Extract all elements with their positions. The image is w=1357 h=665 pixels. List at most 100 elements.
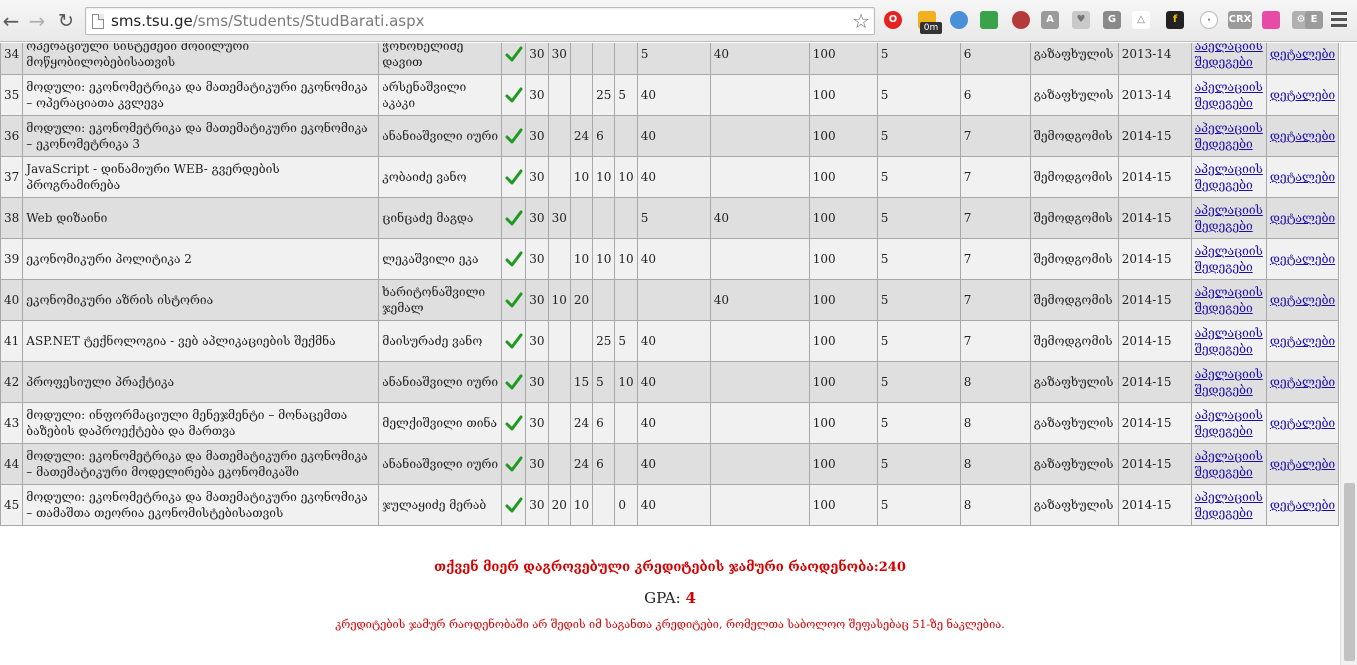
appeal-link[interactable]: აპელაციის შედეგები [1195,326,1263,356]
details-link[interactable]: დეტალები [1270,498,1335,512]
appeal-link[interactable]: აპელაციის შედეგები [1195,80,1263,110]
appeal-link-cell: აპელაციის შედეგები [1190,484,1267,526]
session-cell: გაზაფხულის [1029,484,1119,526]
back-arrow-icon[interactable]: ← [0,9,22,33]
appeal-link[interactable]: აპელაციის შედეგები [1195,244,1263,274]
appeal-link[interactable]: აპელაციის შედეგები [1195,121,1263,151]
table-row: 37 JavaScript - დინამიური WEB- გვერდების … [0,156,1340,198]
grid-extension-icon[interactable] [980,11,998,29]
lecturer-cell: ჭოხონელიძე დავით [378,43,503,75]
credits-cell: 5 [876,320,961,362]
year-cell: 2013-14 [1117,74,1192,116]
circle-extension-icon[interactable] [950,11,968,29]
e-extension-icon[interactable]: E [1305,11,1323,29]
details-link[interactable]: დეტალები [1270,416,1335,430]
total-cell: 100 [808,43,878,75]
details-link-cell: დეტალები [1265,443,1340,485]
appeal-link[interactable]: აპელაციის შედეგები [1195,162,1263,192]
angular-extension-icon[interactable]: A [1041,11,1059,29]
details-link[interactable]: დეტალები [1270,129,1335,143]
midterm-cell: 5 [636,43,711,75]
check-cell [501,238,527,280]
session-cell: შემოდგომის [1029,156,1119,198]
hamburger-menu-icon[interactable] [1331,12,1347,28]
details-link-cell: დეტალები [1265,197,1340,239]
lecturer-cell: ლეკაშვილი ეკა [378,238,503,280]
subject-cell: ეკონომიკური აზრის ისტორია [22,279,380,321]
opera-extension-icon[interactable]: O [884,11,902,29]
details-link-cell: დეტალები [1265,156,1340,198]
semester-cell: 8 [959,443,1031,485]
details-link[interactable]: დეტალები [1270,334,1335,348]
score-cell [592,484,616,526]
midterm-cell: 40 [636,74,711,116]
score-cell [592,279,616,321]
final-exam-cell [709,115,810,157]
score-cell: 10 [547,279,571,321]
score-cell: 24 [569,402,594,444]
dots-extension-icon[interactable]: · [1200,11,1218,29]
lecturer-cell: მელქიშვილი თინა [378,402,503,444]
details-link[interactable]: დეტალები [1270,457,1335,471]
appeal-link[interactable]: აპელაციის შედეგები [1195,490,1263,520]
check-cell [501,74,527,116]
final-exam-cell [709,443,810,485]
bookmark-star-icon[interactable]: ☆ [852,9,870,33]
tree-extension-icon[interactable]: △ [1132,11,1150,29]
scrollbar-thumb[interactable] [1344,483,1355,661]
g-extension-icon[interactable]: G [1103,11,1121,29]
browser-toolbar: ← → ↻ sms.tsu.ge/sms/Students/StudBarati… [0,0,1357,42]
table-row: 43 მოდული: ინფორმაციული მენეჯმენტი – მონა… [0,402,1340,444]
subject-cell: მოდული: ეკონომეტრიკა და მათემატიკური ეკო… [22,74,380,116]
credits-cell: 5 [876,115,961,157]
subject-cell: ASP.NET ტექნოლოგია - ვებ აპლიკაციების შე… [22,320,380,362]
crx-extension-icon[interactable]: CRX [1228,11,1252,29]
appeal-link[interactable]: აპელაციის შედეგები [1195,203,1263,233]
final-exam-cell [709,74,810,116]
heart-extension-icon[interactable]: ♥ [1072,11,1090,29]
score-cell: 10 [592,156,616,198]
appeal-link[interactable]: აპელაციის შედეგები [1195,408,1263,438]
checkmark-icon [502,127,525,145]
forward-arrow-icon[interactable]: → [26,9,48,33]
red-dot-extension-icon[interactable] [1012,11,1030,29]
score-cell: 30 [525,115,549,157]
appeal-link[interactable]: აპელაციის შედეგები [1195,285,1263,315]
address-bar[interactable]: sms.tsu.ge/sms/Students/StudBarati.aspx … [85,7,875,35]
appeal-link[interactable]: აპელაციის შედეგები [1195,449,1263,479]
appeal-link[interactable]: აპელაციის შედეგები [1195,367,1263,397]
url-text[interactable]: sms.tsu.ge/sms/Students/StudBarati.aspx [111,12,425,30]
details-link[interactable]: დეტალები [1270,211,1335,225]
appeal-link[interactable]: აპელაციის შედეგები [1195,43,1263,69]
score-cell [614,402,638,444]
details-link[interactable]: დეტალები [1270,293,1335,307]
score-cell [547,402,571,444]
session-cell: გაზაფხულის [1029,43,1119,75]
vertical-scrollbar[interactable] [1340,43,1357,665]
midterm-cell: 40 [636,361,711,403]
session-cell: გაზაფხულის [1029,361,1119,403]
credits-cell: 5 [876,443,961,485]
credits-cell: 5 [876,74,961,116]
page-extension-icon[interactable] [1262,11,1280,29]
details-link[interactable]: დეტალები [1270,88,1335,102]
year-cell: 2014-15 [1117,484,1192,526]
midterm-cell: 40 [636,156,711,198]
details-link[interactable]: დეტალები [1270,375,1335,389]
reload-icon[interactable]: ↻ [55,9,77,33]
details-link-cell: დეტალები [1265,402,1340,444]
score-cell: 24 [569,443,594,485]
details-link[interactable]: დეტალები [1270,252,1335,266]
dark-extension-icon[interactable]: f [1166,11,1184,29]
check-cell [501,197,527,239]
details-link[interactable]: დეტალები [1270,47,1335,61]
midterm-cell: 40 [636,402,711,444]
score-cell [614,115,638,157]
year-cell: 2014-15 [1117,443,1192,485]
table-row: 41 ASP.NET ტექნოლოგია - ვებ აპლიკაციების … [0,320,1340,362]
row-number: 45 [0,484,24,526]
total-cell: 100 [808,115,878,157]
table-row: 42 პროფესიული პრაქტიკა ანანიაშვილი იური 30 1… [0,361,1340,403]
total-cell: 100 [808,402,878,444]
details-link[interactable]: დეტალები [1270,170,1335,184]
